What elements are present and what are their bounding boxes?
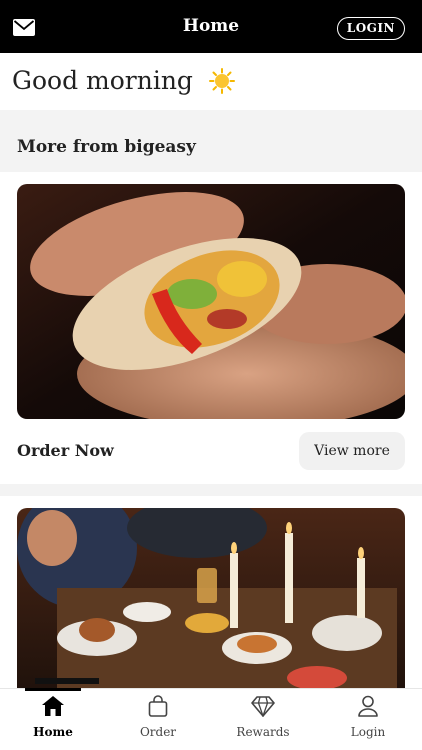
greeting-text: Good morning (12, 66, 193, 95)
tab-order[interactable]: Order (118, 695, 198, 739)
tab-rewards[interactable]: Rewards (223, 695, 303, 739)
sun-icon (208, 67, 235, 94)
tab-order-label: Order (139, 725, 177, 739)
tab-rewards-label: Rewards (236, 725, 290, 739)
active-tab-indicator (25, 688, 81, 691)
bag-icon (118, 695, 198, 717)
home-icon (13, 695, 93, 717)
restaurant-table-photo[interactable] (17, 508, 405, 698)
section-divider (0, 484, 422, 496)
top-bar: Home LOGIN (0, 0, 422, 53)
burrito-photo[interactable] (17, 184, 405, 419)
order-now-link[interactable]: Order Now (17, 441, 114, 460)
greeting: Good morning (12, 66, 235, 95)
section-title: More from bigeasy (17, 137, 196, 157)
tab-login[interactable]: Login (328, 695, 408, 739)
tab-login-label: Login (350, 725, 386, 739)
login-button[interactable]: LOGIN (336, 17, 405, 40)
user-icon (328, 695, 408, 717)
tab-home-label: Home (33, 725, 73, 739)
tab-home[interactable]: Home (13, 695, 93, 739)
view-more-button[interactable]: View more (299, 432, 405, 470)
diamond-icon (223, 695, 303, 717)
